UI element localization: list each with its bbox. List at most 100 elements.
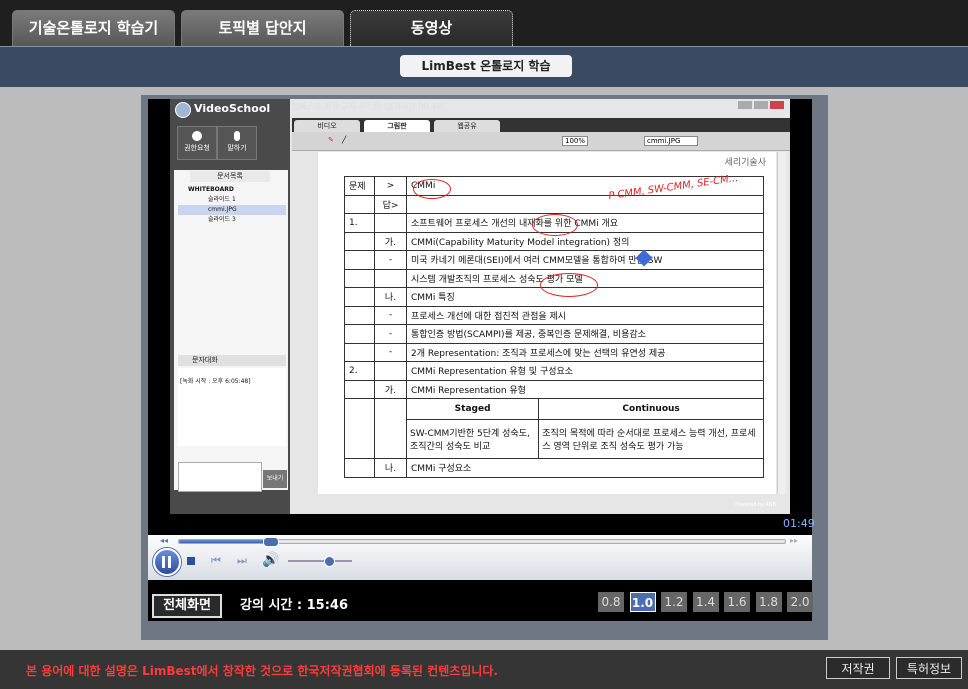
table-cell xyxy=(406,194,764,214)
microphone-icon xyxy=(234,131,240,141)
seek-handle[interactable] xyxy=(262,537,279,547)
pause-icon-bar xyxy=(168,556,171,568)
videoschool-logo-icon xyxy=(175,102,191,118)
zoom-select: 100% xyxy=(562,136,589,146)
seek-bar-fill xyxy=(179,540,270,543)
table-cell: 소프트웨어 프로세스 개선의 내재화를 위한 CMMi 개요 xyxy=(406,213,764,233)
elapsed-time: 01:49 xyxy=(783,517,815,530)
speed-option-1-6[interactable]: 1.6 xyxy=(724,592,750,612)
handwriting-circle xyxy=(532,214,578,236)
table-cell xyxy=(344,194,375,214)
videoschool-window-title: 임베스트 화상 교육 시스템 (경과시간 00:49) xyxy=(292,102,445,111)
send-button: 보내기 xyxy=(263,470,287,488)
table-cell: CMMi Representation 유형 xyxy=(406,379,764,399)
table-cell: 미국 카네기 메론대(SEI)에서 여러 CMM모델을 통합하여 만든 SW xyxy=(406,250,764,270)
table-cell: 가. xyxy=(374,379,407,399)
speed-option-0-8[interactable]: 0.8 xyxy=(598,592,624,612)
table-cell: - xyxy=(374,305,407,325)
document-list-tab: 문서목록 xyxy=(190,171,270,182)
sub-header-continuous: Continuous xyxy=(538,399,763,420)
stop-button[interactable] xyxy=(187,557,195,565)
line-icon: ╱ xyxy=(342,136,347,144)
tab-topic-answers[interactable]: 토픽별 답안지 xyxy=(181,10,344,46)
chat-log: [녹화 시작 : 오후 6:05:48] xyxy=(178,368,286,446)
table-cell: - xyxy=(374,250,407,270)
next-icon[interactable]: ⏭ xyxy=(237,554,247,568)
tab-ontology-learner[interactable]: 기술온톨로지 학습기 xyxy=(12,10,175,46)
tab-vs-webshare: 웹공유 xyxy=(434,120,500,132)
pause-button[interactable] xyxy=(153,548,181,576)
table-cell: CMMi(Capability Maturity Model integrati… xyxy=(406,231,764,251)
user-icon xyxy=(192,131,202,141)
handwriting-circle xyxy=(540,273,598,297)
close-icon xyxy=(770,101,784,109)
window-controls xyxy=(738,101,788,111)
sub-cell-staged: SW-CMM기반한 5단계 성숙도, 조직간의 성숙도 비교 xyxy=(407,419,540,458)
table-cell xyxy=(344,458,375,478)
table-cell: 통합인증 방법(SCAMPI)를 제공, 중복인증 문제해결, 비용감소 xyxy=(406,324,764,344)
table-row: 가. CMMi Representation 유형 xyxy=(344,379,764,399)
speed-option-1-2[interactable]: 1.2 xyxy=(661,592,687,612)
table-cell: 2개 Representation: 조직과 프로세스에 맞는 선택의 유연성 … xyxy=(406,342,764,362)
speed-option-1-8[interactable]: 1.8 xyxy=(755,592,782,612)
speak-label: 말하기 xyxy=(227,144,247,152)
table-row: - 통합인증 방법(SCAMPI)를 제공, 중복인증 문제해결, 비용감소 xyxy=(344,324,764,344)
top-tab-bar: 기술온톨로지 학습기 토픽별 답안지 동영상 xyxy=(0,0,968,46)
table-cell xyxy=(344,379,375,399)
tab-video[interactable]: 동영상 xyxy=(350,10,513,46)
fullscreen-button[interactable]: 전체화면 xyxy=(152,594,222,618)
pen-icon: ✎ xyxy=(328,136,334,144)
tree-root: WHITEBOARD xyxy=(188,186,234,193)
table-cell: 나. xyxy=(374,287,407,307)
volume-icon[interactable]: 🔊 xyxy=(262,552,279,568)
fast-forward-icon[interactable]: ▸▸ xyxy=(790,536,798,545)
maximize-icon xyxy=(754,101,768,109)
document-header: 세리기술사 xyxy=(724,158,766,168)
lecture-time: 강의 시간 : 15:46 xyxy=(240,598,348,613)
table-cell: 답> xyxy=(374,194,407,214)
patent-info-button[interactable]: 특허정보 xyxy=(896,657,962,679)
chat-title: 문자대화 xyxy=(178,355,286,366)
copyright-notice: 본 용어에 대한 설명은 LimBest에서 창작한 것으로 한국저작권협회에 … xyxy=(26,664,498,678)
table-cell: 1. xyxy=(344,213,375,233)
speed-option-1-0[interactable]: 1.0 xyxy=(629,592,656,612)
table-row: - 프로세스 개선에 대한 점진적 관점을 제시 xyxy=(344,305,764,325)
title-bar: LimBest 온톨로지 학습 xyxy=(0,46,968,87)
page-title: LimBest 온톨로지 학습 xyxy=(400,55,572,77)
copyright-button[interactable]: 저작권 xyxy=(826,657,890,679)
table-cell: 나. xyxy=(374,458,407,478)
tree-item: 슬라이드 1 xyxy=(208,196,236,203)
videoschool-brand: VideoSchool xyxy=(194,102,271,115)
handwriting-circle xyxy=(413,179,451,199)
table-cell xyxy=(344,268,375,288)
table-cell: 문제 xyxy=(344,176,375,196)
sub-cell-continuous: 조직의 목적에 따라 순서대로 프로세스 능력 개선, 프로세스 영역 단위로 … xyxy=(538,419,763,458)
table-cell xyxy=(344,398,375,459)
document-tree: WHITEBOARD 슬라이드 1 cmmi.JPG 슬라이드 3 xyxy=(178,185,286,225)
seek-bar[interactable] xyxy=(178,537,786,547)
table-row: -2개 Representation: 조직과 프로세스에 맞는 선택의 유연성… xyxy=(344,342,764,362)
volume-slider[interactable] xyxy=(288,556,352,567)
table-row: 2. CMMi Representation 유형 및 구성요소 xyxy=(344,361,764,381)
table-cell xyxy=(374,398,407,459)
table-cell xyxy=(374,213,407,233)
rewind-icon[interactable]: ◂◂ xyxy=(160,536,168,545)
videoschool-tabs: 비디오 그림판 웹공유 xyxy=(292,118,790,132)
volume-handle[interactable] xyxy=(323,556,335,567)
sub-table: Staged Continuous SW-CMM기반한 5단계 성숙도, 조직간… xyxy=(407,399,763,458)
table-cell: 2. xyxy=(344,361,375,381)
table-cell: 가. xyxy=(374,231,407,251)
table-cell xyxy=(344,250,375,270)
speed-option-2-0[interactable]: 2.0 xyxy=(787,592,813,612)
speed-option-1-4[interactable]: 1.4 xyxy=(692,592,719,612)
sub-header-staged: Staged xyxy=(407,399,540,420)
table-cell: - xyxy=(374,324,407,344)
previous-icon[interactable]: ⏮ xyxy=(211,554,221,568)
request-permission-label: 권한요청 xyxy=(184,144,210,152)
request-permission-button: 권한요청 xyxy=(177,126,217,160)
table-cell xyxy=(344,342,375,362)
table-cell xyxy=(344,287,375,307)
table-cell: CMMi 구성요소 xyxy=(406,458,764,478)
tree-item: cmmi.JPG xyxy=(178,205,286,215)
table-cell xyxy=(344,305,375,325)
